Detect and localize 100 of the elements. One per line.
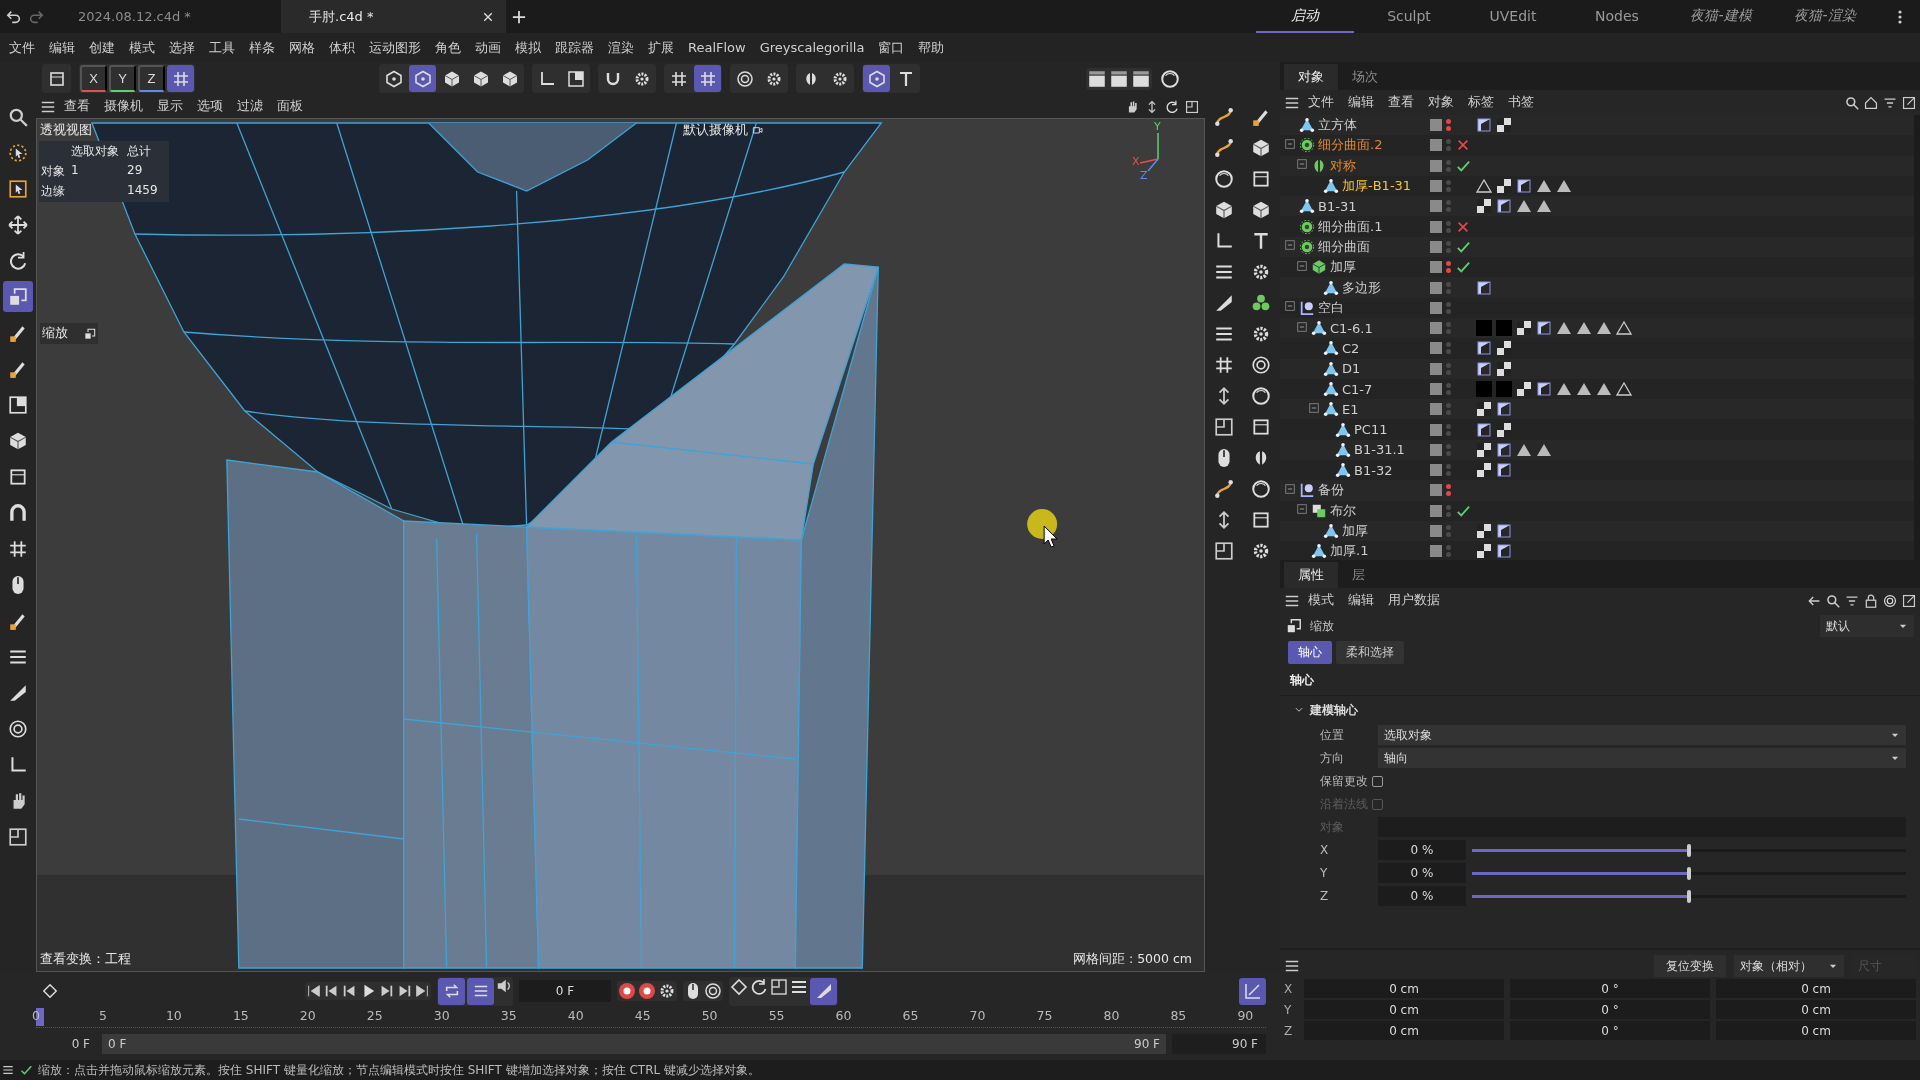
sphere-icon[interactable] (1251, 385, 1272, 406)
target-icon[interactable] (704, 982, 722, 1000)
menu-item[interactable]: 摄像机 (98, 98, 149, 115)
search-icon[interactable] (1845, 95, 1859, 110)
texture-tag-icon[interactable] (1476, 401, 1492, 418)
layer-swatch[interactable] (1430, 545, 1442, 558)
menu-item[interactable]: 渲染 (601, 38, 641, 57)
sphere-icon[interactable] (1160, 68, 1180, 89)
object-name[interactable]: PC11 (1354, 422, 1388, 438)
popout-icon[interactable] (1902, 95, 1916, 110)
slider-thumb[interactable] (1687, 889, 1691, 903)
search-icon[interactable] (8, 106, 28, 127)
plus-icon[interactable] (512, 9, 526, 24)
menu-item[interactable]: 创建 (82, 38, 122, 57)
record-icon[interactable] (638, 982, 656, 1000)
preview-range-bar[interactable]: 0 F 90 F (102, 1034, 1166, 1054)
gear-icon[interactable] (658, 982, 676, 1000)
cross-icon[interactable] (1456, 138, 1470, 153)
layer-swatch[interactable] (1430, 525, 1442, 538)
reset-transform-button[interactable]: 复位变换 (1654, 955, 1726, 977)
collapse-icon[interactable] (1284, 300, 1296, 313)
texture-tag-icon[interactable] (1476, 441, 1492, 458)
frame-field[interactable]: 0 F (519, 980, 611, 1002)
object-name[interactable]: B1-32 (1354, 462, 1393, 478)
scale-icon[interactable] (8, 286, 28, 307)
triangle-tag-icon[interactable] (1576, 320, 1592, 337)
undo-icon[interactable] (6, 8, 22, 25)
object-row[interactable]: E1 (1280, 399, 1914, 420)
coordinate-field[interactable]: 0 cm (1716, 1021, 1916, 1040)
layer-swatch[interactable] (1430, 484, 1442, 497)
menu-item[interactable]: 书签 (1502, 94, 1540, 111)
material-tag-swatch[interactable] (1476, 381, 1492, 397)
menu-icon[interactable] (1284, 958, 1300, 974)
arch-icon[interactable] (8, 502, 28, 523)
axis-lock-button[interactable]: Z (138, 65, 165, 92)
coordinate-field[interactable]: 0 cm (1716, 1000, 1916, 1019)
menu-item[interactable]: 选项 (191, 98, 229, 115)
layer-swatch[interactable] (1430, 281, 1442, 294)
layer-swatch[interactable] (1430, 220, 1442, 233)
coordinate-field[interactable]: 0 ° (1510, 1000, 1710, 1019)
menu-item[interactable]: 文件 (1302, 94, 1340, 111)
triangle-tag-icon[interactable] (1556, 178, 1572, 195)
menu-item[interactable]: 编辑 (1342, 94, 1380, 111)
texture-tag-icon[interactable] (1476, 523, 1492, 540)
hexagon-icon[interactable] (867, 69, 886, 88)
phong-tag-icon[interactable] (1496, 462, 1512, 479)
triangle-tag-icon[interactable] (1576, 381, 1592, 397)
object-name[interactable]: C1-6.1 (1330, 320, 1373, 336)
phong-tag-icon[interactable] (1496, 543, 1512, 560)
object-name[interactable]: 对称 (1330, 156, 1356, 175)
cube-icon[interactable] (8, 430, 28, 451)
phong-tag-icon[interactable] (1536, 320, 1552, 337)
panel-tab[interactable]: 层 (1338, 562, 1379, 588)
menu-item[interactable]: 样条 (242, 38, 282, 57)
end-frame[interactable]: 90 F (1172, 1034, 1266, 1054)
layer-swatch[interactable] (1430, 139, 1442, 152)
target-icon[interactable] (735, 69, 754, 88)
clapboard-icon[interactable] (1087, 68, 1107, 89)
menu-item[interactable]: 角色 (428, 38, 468, 57)
checkbox[interactable] (1372, 775, 1383, 787)
check-icon[interactable] (1456, 503, 1470, 518)
rotate-icon[interactable] (1165, 99, 1179, 114)
sphere-icon[interactable] (1251, 478, 1272, 499)
menu-item[interactable]: Greyscalegorilla (752, 40, 872, 55)
spline-icon[interactable] (1213, 137, 1234, 158)
menu-item[interactable]: RealFlow (681, 40, 753, 55)
box-icon[interactable] (1251, 416, 1272, 437)
phong-tag-icon[interactable] (1476, 340, 1492, 357)
square-icon[interactable] (566, 69, 585, 88)
number-field[interactable]: 0 % (1378, 863, 1466, 883)
square-icon[interactable] (8, 394, 28, 415)
target-icon[interactable] (1883, 593, 1897, 608)
file-tab[interactable]: 手肘.c4d * (281, 0, 506, 33)
object-name[interactable]: E1 (1342, 401, 1359, 417)
rotate-icon[interactable] (750, 977, 768, 996)
object-row[interactable]: 加厚 (1280, 520, 1914, 542)
object-row[interactable]: 对称 (1280, 155, 1914, 176)
coordinate-mode-dropdown[interactable]: 对象（相对） (1734, 955, 1844, 977)
menu-item[interactable]: 对象 (1422, 94, 1460, 111)
box-icon[interactable] (1251, 509, 1272, 530)
grid-icon[interactable] (669, 69, 688, 88)
panel-tab[interactable]: 属性 (1284, 562, 1338, 588)
menu-item[interactable]: 编辑 (42, 38, 82, 57)
coordinate-field[interactable]: 0 ° (1510, 979, 1710, 998)
object-name[interactable]: 布尔 (1330, 501, 1356, 520)
group-title[interactable]: 建模轴心 (1310, 702, 1358, 719)
corner-icon[interactable] (8, 754, 28, 775)
slider-thumb[interactable] (1687, 843, 1691, 857)
coordinate-field[interactable]: 0 ° (1510, 1021, 1710, 1040)
menu-item[interactable]: 选择 (162, 38, 202, 57)
grid-icon[interactable] (1213, 354, 1234, 375)
object-name[interactable]: C1-7 (1342, 381, 1373, 397)
object-name[interactable]: 加厚.1 (1330, 542, 1369, 560)
spline-icon[interactable] (1213, 106, 1234, 127)
layer-swatch[interactable] (1430, 403, 1442, 416)
clapboard-icon[interactable] (1109, 68, 1129, 89)
layer-swatch[interactable] (1430, 159, 1442, 172)
cube-icon[interactable] (500, 69, 519, 88)
slider-thumb[interactable] (1687, 866, 1691, 880)
loop-icon[interactable] (443, 983, 460, 999)
